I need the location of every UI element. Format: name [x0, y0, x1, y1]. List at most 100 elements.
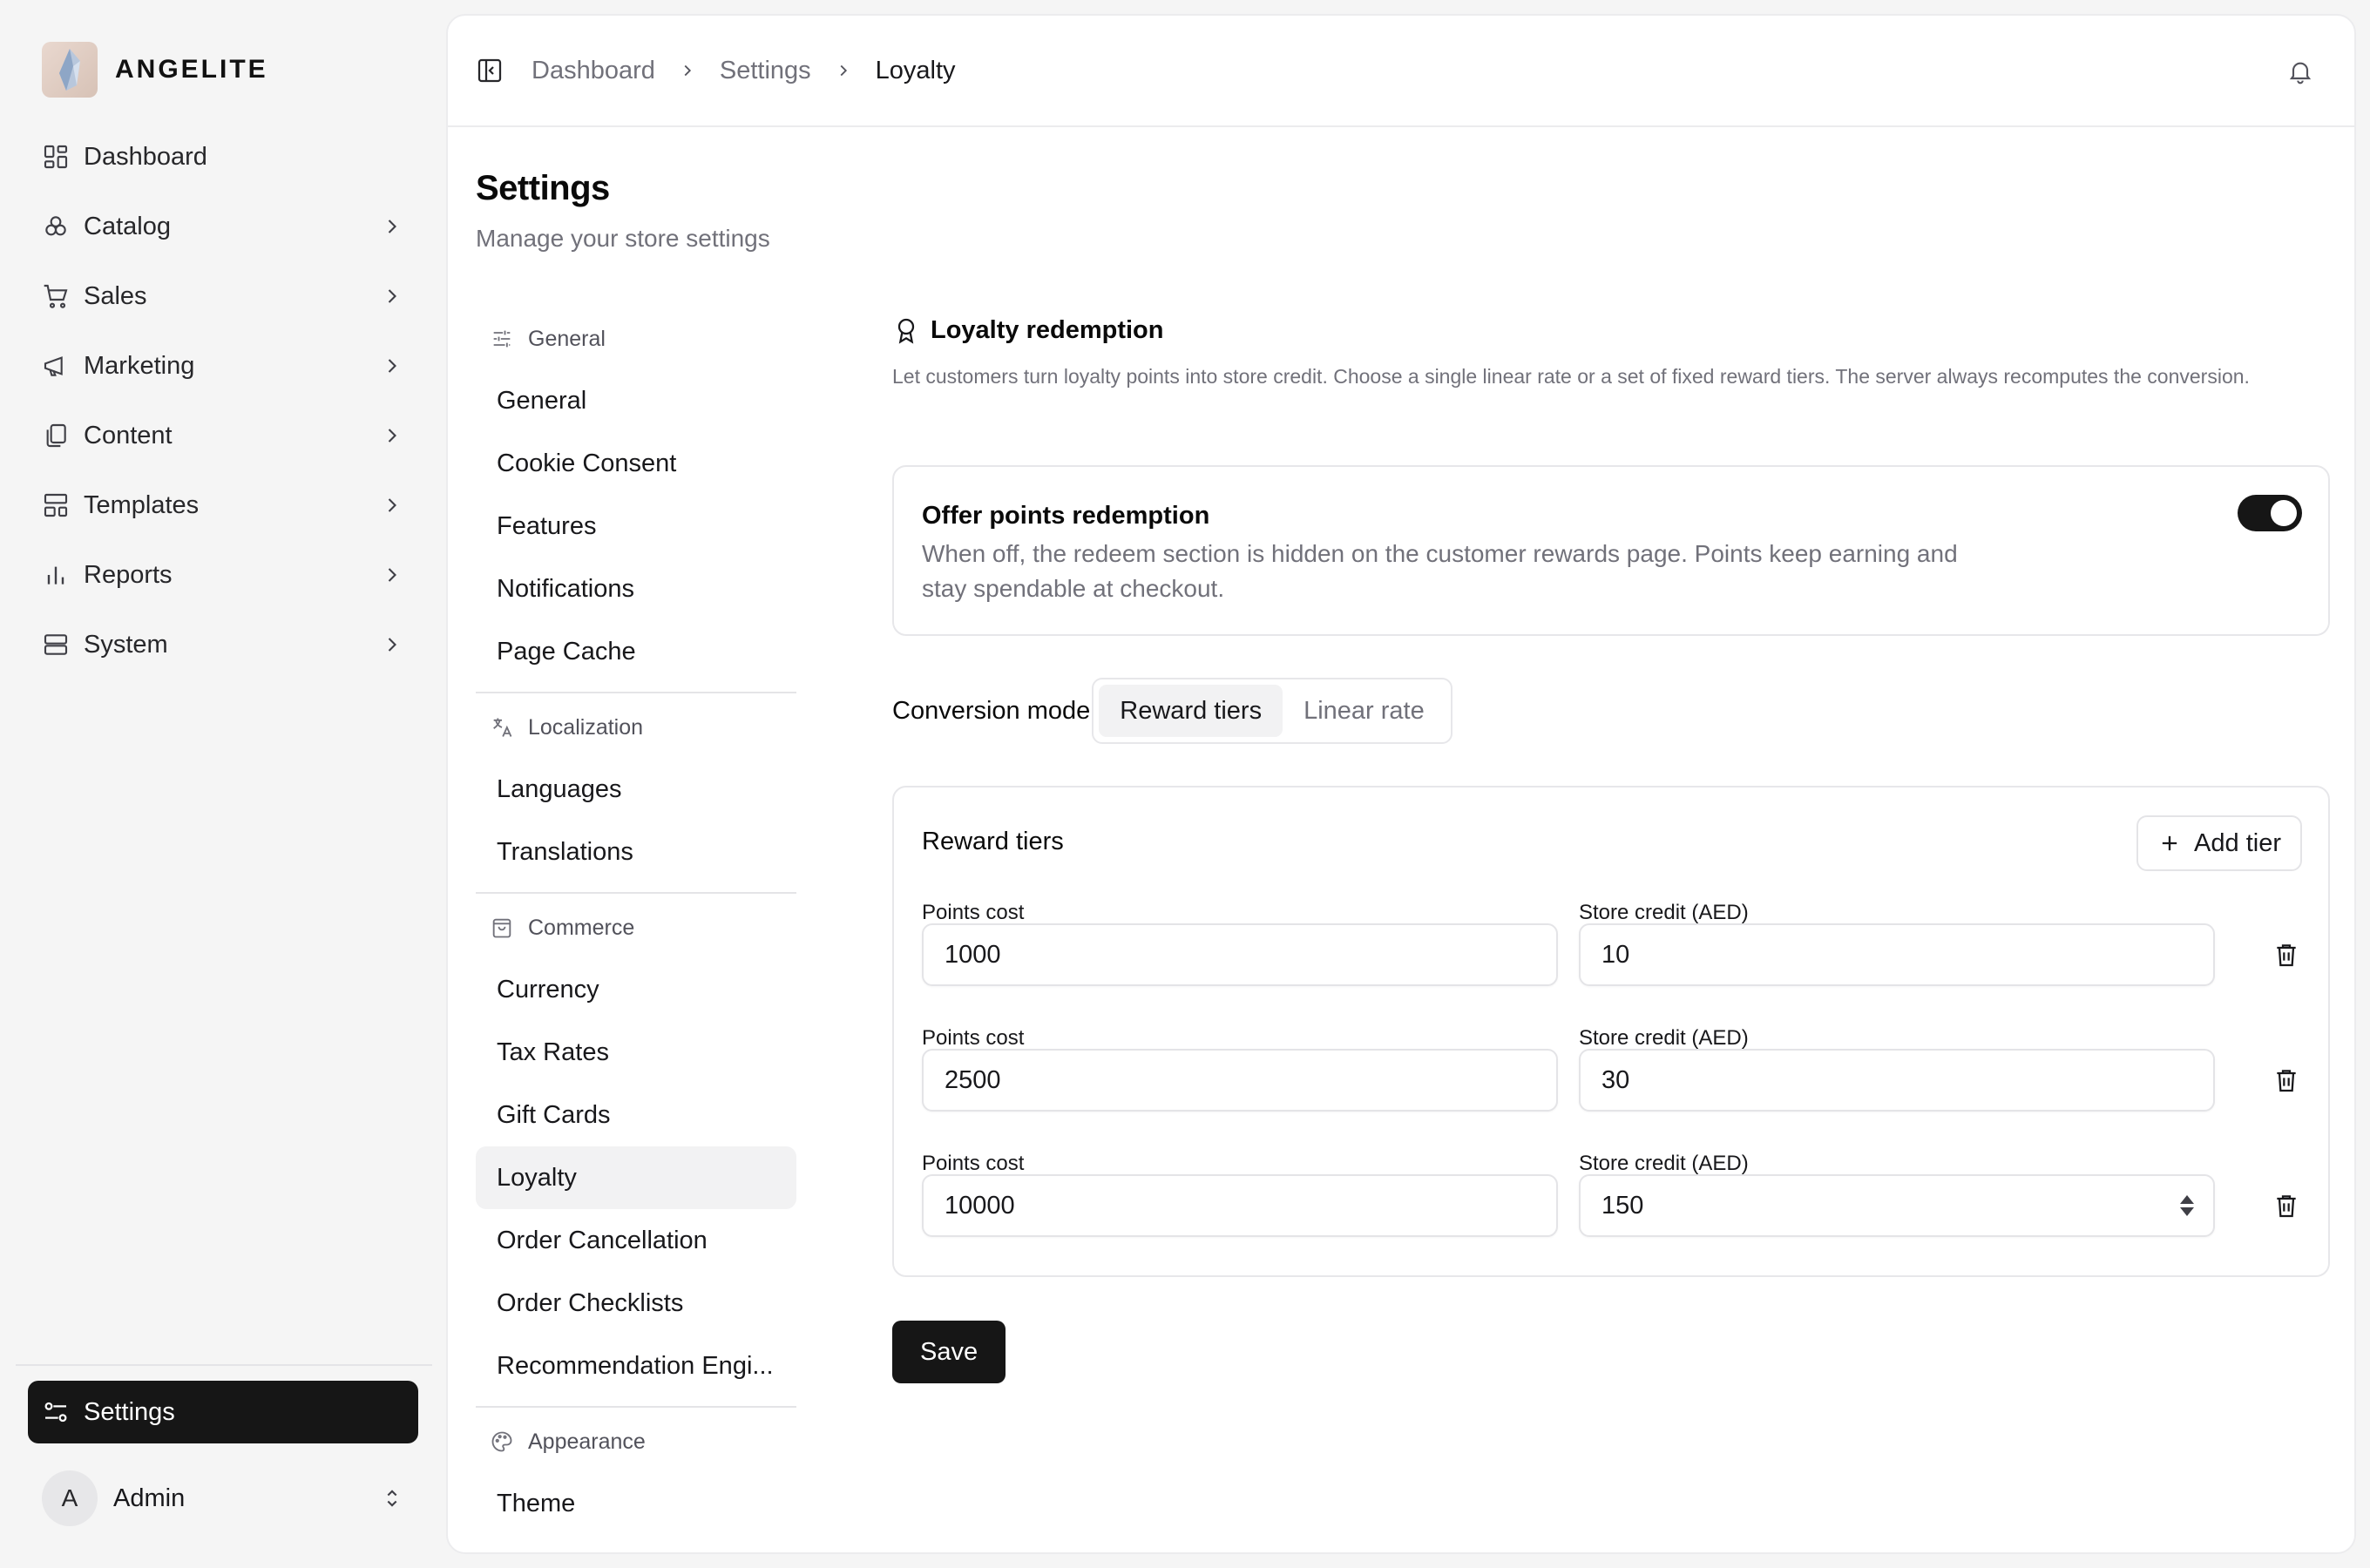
points-cost-input[interactable] [922, 1049, 1558, 1112]
subnav-group-label: General [528, 326, 606, 351]
add-tier-button[interactable]: Add tier [2136, 815, 2302, 871]
page-subtitle: Manage your store settings [476, 225, 770, 252]
plus-icon [2162, 835, 2177, 851]
sidebar-item-label: Sales [84, 281, 147, 310]
subnav-group-general: General [476, 308, 796, 369]
tier-row: Points cost Store credit (AED) [922, 1026, 2307, 1134]
subnav-item-currency[interactable]: Currency [476, 958, 796, 1021]
sidebar-item-sales[interactable]: Sales [28, 261, 418, 331]
redemption-toggle[interactable] [2238, 495, 2302, 531]
toggle-card-description: When off, the redeem section is hidden o… [922, 540, 1958, 602]
subnav-item-languages[interactable]: Languages [476, 758, 796, 821]
subnav-item-cookie-consent[interactable]: Cookie Consent [476, 432, 796, 495]
number-stepper-icon[interactable] [2177, 1192, 2197, 1220]
subnav-group-commerce: Commerce [476, 897, 796, 958]
megaphone-icon [44, 356, 63, 376]
sidebar-toggle-icon[interactable] [476, 57, 504, 84]
sidebar-item-label: Dashboard [84, 142, 207, 171]
trash-icon[interactable] [2272, 1192, 2300, 1220]
subnav-item-features[interactable]: Features [476, 495, 796, 558]
breadcrumb-settings[interactable]: Settings [720, 57, 811, 85]
conversion-mode-label: Conversion mode [892, 696, 1091, 725]
user-name: Admin [113, 1484, 186, 1512]
catalog-icon [45, 216, 66, 236]
tier-row: Points cost Store credit (AED) [922, 1152, 2307, 1260]
chevron-right-icon [684, 64, 691, 77]
points-cost-input[interactable] [922, 923, 1558, 986]
bell-icon[interactable] [2286, 57, 2314, 85]
brand-name: ANGELITE [115, 55, 268, 84]
sidebar-item-system[interactable]: System [28, 610, 418, 679]
store-credit-label: Store credit (AED) [1579, 1152, 1749, 1175]
main-panel: Dashboard Settings Loyalty Settings Mana… [446, 14, 2356, 1554]
subnav-group-label: Localization [528, 714, 644, 740]
sidebar-nav: Dashboard Catalog Sales Marketing Conten… [28, 122, 418, 679]
settings-subnav: General General Cookie Consent Features … [476, 308, 796, 1535]
sidebar-item-label: Marketing [84, 351, 195, 380]
redemption-toggle-card: Offer points redemption When off, the re… [892, 465, 2330, 636]
tab-reward-tiers[interactable]: Reward tiers [1099, 685, 1283, 737]
brand[interactable]: ANGELITE [42, 42, 268, 98]
trash-icon[interactable] [2272, 941, 2300, 969]
dashboard-icon [44, 145, 68, 169]
subnav-item-theme[interactable]: Theme [476, 1472, 796, 1535]
subnav-item-general[interactable]: General [476, 369, 796, 432]
sidebar-item-reports[interactable]: Reports [28, 540, 418, 610]
subnav-item-gift-cards[interactable]: Gift Cards [476, 1084, 796, 1146]
store-credit-input[interactable] [1579, 1174, 2215, 1237]
subnav-item-order-checklists[interactable]: Order Checklists [476, 1272, 796, 1335]
cart-icon [44, 284, 68, 308]
toggle-card-title: Offer points redemption [922, 502, 1210, 530]
points-cost-input[interactable] [922, 1174, 1558, 1237]
chevron-right-icon [388, 429, 396, 443]
breadcrumb-current: Loyalty [875, 56, 956, 84]
points-cost-label: Points cost [922, 901, 1025, 924]
crystal-logo [42, 42, 98, 98]
subnav-item-tax-rates[interactable]: Tax Rates [476, 1021, 796, 1084]
sliders-icon [493, 330, 511, 348]
sidebar-item-settings[interactable]: Settings [28, 1381, 418, 1443]
store-credit-input[interactable] [1579, 923, 2215, 986]
subnav-item-order-cancellation[interactable]: Order Cancellation [476, 1209, 796, 1272]
store-credit-label: Store credit (AED) [1579, 901, 1749, 924]
user-menu[interactable]: A Admin [28, 1469, 418, 1528]
sidebar-item-label: Catalog [84, 212, 171, 240]
sidebar-item-label: Templates [84, 490, 200, 519]
sidebar-item-content[interactable]: Content [28, 401, 418, 470]
conversion-mode-tabs: Reward tiers Linear rate [1092, 678, 1452, 744]
subnav-item-page-cache[interactable]: Page Cache [476, 620, 796, 683]
subnav-divider [476, 1406, 796, 1408]
breadcrumb-dashboard[interactable]: Dashboard [532, 57, 655, 85]
chevron-right-icon [388, 359, 396, 373]
subnav-item-recommendation-engine[interactable]: Recommendation Engi... [476, 1335, 796, 1397]
subnav-item-loyalty[interactable]: Loyalty [476, 1146, 796, 1209]
subnav-item-notifications[interactable]: Notifications [476, 558, 796, 620]
sidebar-item-templates[interactable]: Templates [28, 470, 418, 540]
chevrons-up-down-icon [387, 1490, 397, 1507]
reward-tiers-card: Reward tiers Add tier Points cost Store … [892, 786, 2330, 1277]
trash-icon[interactable] [2272, 1066, 2300, 1094]
sidebar-item-dashboard[interactable]: Dashboard [28, 122, 418, 192]
chevron-right-icon [388, 498, 396, 512]
store-credit-input[interactable] [1579, 1049, 2215, 1112]
section-title: Loyalty redemption [931, 315, 1164, 344]
layout-icon [44, 493, 68, 517]
subnav-divider [476, 692, 796, 693]
sidebar-item-label: Content [84, 421, 173, 449]
toggle-knob [2271, 500, 2297, 526]
sidebar-item-marketing[interactable]: Marketing [28, 331, 418, 401]
topbar: Dashboard Settings Loyalty [448, 16, 2354, 127]
save-button[interactable]: Save [892, 1321, 1006, 1383]
store-credit-label: Store credit (AED) [1579, 1026, 1749, 1050]
conversion-mode-row: Conversion mode Reward tiers Linear rate [892, 678, 1452, 744]
sidebar-item-catalog[interactable]: Catalog [28, 192, 418, 261]
subnav-item-translations[interactable]: Translations [476, 821, 796, 883]
bar-chart-icon [47, 566, 64, 585]
sidebar-divider [16, 1364, 432, 1366]
tab-linear-rate[interactable]: Linear rate [1283, 685, 1446, 737]
sidebar-item-label: Reports [84, 560, 173, 589]
chevron-right-icon [840, 64, 847, 77]
points-cost-label: Points cost [922, 1152, 1025, 1175]
server-icon [44, 634, 68, 655]
section-description: Let customers turn loyalty points into s… [892, 365, 2250, 388]
